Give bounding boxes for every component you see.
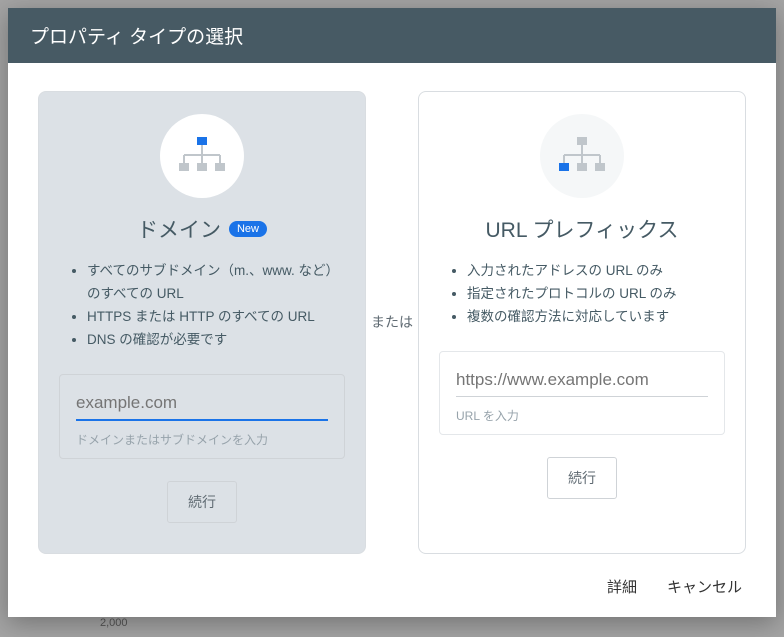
domain-card-title-row: ドメイン New [137, 214, 267, 244]
url-card-title: URL プレフィックス [485, 214, 678, 244]
url-input-hint: URL を入力 [456, 407, 708, 424]
domain-bullet: すべてのサブドメイン（m.、www. など）のすべての URL [87, 260, 339, 306]
url-icon-circle [540, 114, 624, 198]
domain-icon-circle [160, 114, 244, 198]
dialog-footer: 詳細 キャンセル [8, 564, 776, 617]
domain-bullets: すべてのサブドメイン（m.、www. など）のすべての URL HTTPS また… [59, 260, 345, 352]
url-bullet: 入力されたアドレスの URL のみ [467, 260, 719, 283]
domain-card-title: ドメイン [137, 214, 221, 244]
background-number: 2,000 [100, 617, 128, 629]
domain-bullet: DNS の確認が必要です [87, 329, 339, 352]
details-button[interactable]: 詳細 [607, 576, 637, 597]
domain-input[interactable] [76, 389, 328, 421]
url-card-title-row: URL プレフィックス [485, 214, 678, 244]
url-prefix-card[interactable]: URL プレフィックス 入力されたアドレスの URL のみ 指定されたプロトコル… [418, 91, 746, 554]
cancel-button[interactable]: キャンセル [667, 576, 742, 597]
dialog-body: ドメイン New すべてのサブドメイン（m.、www. など）のすべての URL… [8, 63, 776, 564]
url-input-wrap: URL を入力 [439, 351, 725, 435]
domain-card[interactable]: ドメイン New すべてのサブドメイン（m.、www. など）のすべての URL… [38, 91, 366, 554]
domain-bullet: HTTPS または HTTP のすべての URL [87, 306, 339, 329]
url-bullets: 入力されたアドレスの URL のみ 指定されたプロトコルの URL のみ 複数の… [439, 260, 725, 329]
domain-input-wrap: ドメインまたはサブドメインを入力 [59, 374, 345, 459]
url-input[interactable] [456, 366, 708, 397]
dialog-title: プロパティ タイプの選択 [8, 8, 776, 63]
url-bullet: 複数の確認方法に対応しています [467, 306, 719, 329]
url-bullet: 指定されたプロトコルの URL のみ [467, 283, 719, 306]
modal-backdrop: 2,000 プロパティ タイプの選択 [0, 0, 784, 637]
property-type-dialog: プロパティ タイプの選択 [8, 8, 776, 617]
domain-continue-button[interactable]: 続行 [167, 481, 237, 523]
url-continue-button[interactable]: 続行 [547, 457, 617, 499]
or-divider: または [366, 91, 418, 554]
sitemap-icon [554, 135, 610, 177]
sitemap-icon [174, 135, 230, 177]
new-badge: New [229, 221, 267, 237]
domain-input-hint: ドメインまたはサブドメインを入力 [76, 431, 328, 448]
